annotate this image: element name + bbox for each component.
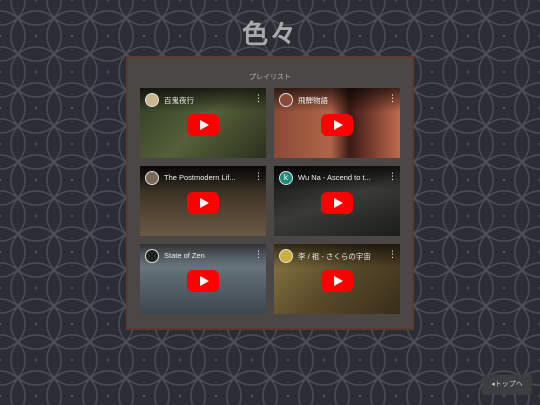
playlist-heading: プレイリスト (249, 73, 291, 81)
more-options-icon[interactable]: ⋮ (388, 171, 397, 183)
video-card-4[interactable]: k Wu Na - Ascend to t... ⋮ (274, 166, 400, 236)
play-icon[interactable] (321, 270, 353, 292)
more-options-icon[interactable]: ⋮ (254, 171, 263, 183)
site-title: 色々 (241, 20, 298, 50)
play-icon[interactable] (321, 192, 353, 214)
channel-avatar (145, 93, 159, 107)
play-icon[interactable] (187, 192, 219, 214)
video-card-6[interactable]: 李 / 祖 - さくらの宇宙 ⋮ (274, 244, 400, 314)
more-options-icon[interactable]: ⋮ (388, 93, 397, 105)
play-icon[interactable] (187, 114, 219, 136)
video-title[interactable]: The Postmodern Lif... (164, 173, 250, 182)
channel-avatar (279, 249, 293, 263)
more-options-icon[interactable]: ⋮ (254, 249, 263, 261)
back-to-top-button[interactable]: ◂トップへ (482, 375, 532, 395)
more-options-icon[interactable]: ⋮ (388, 249, 397, 261)
video-card-2[interactable]: 飛騨物語 ⋮ (274, 88, 400, 158)
channel-avatar: k (279, 171, 293, 185)
video-title[interactable]: 飛騨物語 (298, 95, 384, 106)
video-title[interactable]: 李 / 祖 - さくらの宇宙 (298, 251, 384, 262)
channel-avatar (279, 93, 293, 107)
video-card-5[interactable]: State of Zen ⋮ (140, 244, 266, 314)
playlist-panel: プレイリスト 百鬼夜行 ⋮ 飛騨物語 ⋮ The Postmodern Lif.… (126, 56, 414, 330)
channel-avatar (145, 249, 159, 263)
video-card-1[interactable]: 百鬼夜行 ⋮ (140, 88, 266, 158)
video-card-3[interactable]: The Postmodern Lif... ⋮ (140, 166, 266, 236)
video-title[interactable]: 百鬼夜行 (164, 95, 250, 106)
more-options-icon[interactable]: ⋮ (254, 93, 263, 105)
play-icon[interactable] (187, 270, 219, 292)
video-title[interactable]: State of Zen (164, 251, 250, 260)
channel-avatar (145, 171, 159, 185)
video-title[interactable]: Wu Na - Ascend to t... (298, 173, 384, 182)
play-icon[interactable] (321, 114, 353, 136)
